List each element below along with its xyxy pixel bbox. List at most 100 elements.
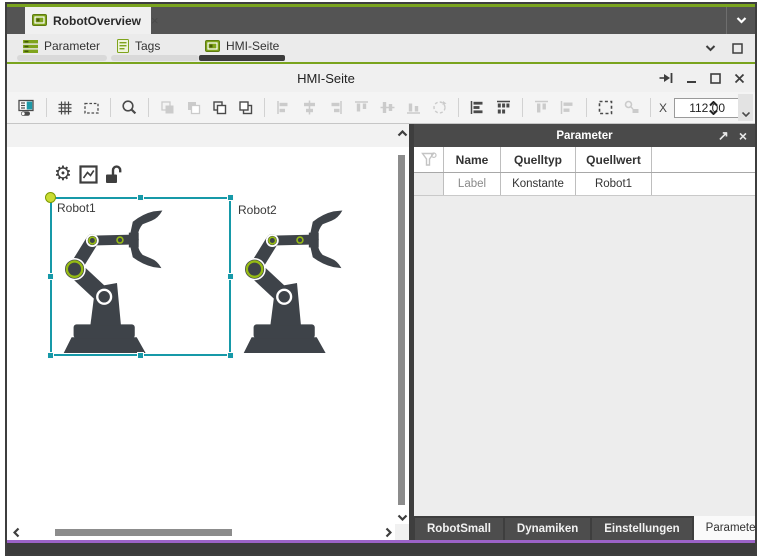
chevron-down-icon	[736, 17, 747, 24]
selection-box[interactable]: Robot1	[50, 197, 231, 356]
zoom-icon[interactable]	[119, 96, 139, 120]
app-window: RobotOverview × Parameter Tags HMI	[5, 2, 757, 556]
cell-quelltyp[interactable]: Konstante	[501, 173, 576, 195]
distribute-vertical-icon[interactable]	[493, 96, 513, 120]
tab-dynamiken[interactable]: Dynamiken	[505, 518, 590, 540]
tab-tags-label: Tags	[135, 39, 160, 53]
tab-parameter-panel[interactable]: Parameter	[694, 516, 757, 540]
close-icon[interactable]: ×	[151, 13, 159, 28]
close-icon[interactable]: ×	[739, 128, 747, 144]
toolbar-separator	[148, 98, 149, 117]
bring-forward-icon[interactable]	[157, 96, 177, 120]
cell-quellwert[interactable]: Robot1	[576, 173, 652, 195]
toolbar-separator	[46, 98, 47, 117]
align-center-horizontal-icon[interactable]	[299, 96, 319, 120]
toolbar-overflow-button[interactable]	[738, 94, 753, 121]
selection-handle-bottom-left[interactable]	[47, 352, 54, 359]
toolbar-separator	[458, 98, 459, 117]
tab-hmi-seite-label: HMI-Seite	[226, 39, 279, 53]
tab-list-dropdown-button[interactable]	[726, 7, 755, 34]
panel-title: Parameter	[556, 130, 612, 142]
send-to-back-icon[interactable]	[235, 96, 255, 120]
toolbar-separator	[586, 98, 587, 117]
float-panel-icon[interactable]: ↗	[718, 128, 729, 144]
toolbar-separator	[522, 98, 523, 117]
selection-handle-middle-left[interactable]	[47, 273, 54, 280]
bring-to-front-icon[interactable]	[209, 96, 229, 120]
align-right-icon[interactable]	[325, 96, 345, 120]
filter-button[interactable]	[414, 147, 444, 172]
tab-einstellungen[interactable]: Einstellungen	[592, 518, 691, 540]
x-position-label: X	[659, 101, 667, 115]
group-icon[interactable]	[621, 96, 641, 120]
same-height-icon[interactable]	[557, 96, 577, 120]
align-left-icon[interactable]	[273, 96, 293, 120]
column-header-empty	[652, 147, 755, 172]
document-tab-bar: RobotOverview ×	[7, 7, 755, 34]
maximize-icon[interactable]	[732, 43, 743, 54]
column-header-name: Name	[444, 147, 501, 172]
align-top-icon[interactable]	[351, 96, 371, 120]
toolbar-separator	[650, 98, 651, 117]
same-width-icon[interactable]	[531, 96, 551, 120]
chevron-down-icon[interactable]	[705, 45, 716, 52]
screen-icon	[205, 40, 220, 53]
tags-document-icon	[117, 39, 129, 53]
send-backward-icon[interactable]	[183, 96, 203, 120]
row-selector-cell[interactable]	[414, 173, 444, 195]
x-position-group: X	[659, 98, 744, 118]
parameter-list-icon	[23, 40, 38, 53]
scroll-up-icon[interactable]	[395, 126, 409, 140]
pin-icon[interactable]	[659, 72, 673, 84]
levels-toggle-icon[interactable]	[17, 96, 37, 120]
parameter-table: Name Quelltyp Quellwert Label Konstante …	[414, 147, 755, 196]
pane-header: HMI-Seite	[7, 64, 755, 92]
hmi-canvas[interactable]: ⚙ Robot1	[7, 124, 409, 540]
table-row: Label Konstante Robot1	[414, 173, 755, 196]
page-title: HMI-Seite	[7, 64, 645, 92]
selection-handle-bottom-right[interactable]	[227, 352, 234, 359]
scroll-left-icon[interactable]	[9, 525, 23, 539]
dynamics-icon[interactable]	[79, 165, 98, 184]
maximize-icon[interactable]	[710, 73, 721, 84]
selection-handle-top-middle[interactable]	[137, 194, 144, 201]
horizontal-scrollbar[interactable]	[7, 524, 395, 540]
selection-mode-icon[interactable]	[595, 96, 615, 120]
vertical-scroll-thumb[interactable]	[398, 155, 405, 505]
tab-robotsmall[interactable]: RobotSmall	[415, 518, 503, 540]
rotate-icon[interactable]	[429, 96, 449, 120]
rotation-pivot-handle[interactable]	[45, 192, 56, 203]
tab-tags-underline	[111, 55, 199, 61]
align-bottom-icon[interactable]	[403, 96, 423, 120]
tab-parameter-underline	[17, 55, 107, 61]
toolbar-separator	[110, 98, 111, 117]
robot2-graphic[interactable]	[237, 206, 357, 354]
align-middle-icon[interactable]	[377, 96, 397, 120]
horizontal-scroll-thumb[interactable]	[55, 529, 232, 536]
parameter-panel-header: Parameter ↗ ×	[414, 124, 755, 147]
spin-down-icon[interactable]	[709, 109, 718, 115]
close-icon[interactable]	[734, 73, 745, 84]
scroll-right-icon[interactable]	[381, 525, 395, 539]
selection-handle-middle-right[interactable]	[227, 273, 234, 280]
doc-tab-robotoverview[interactable]: RobotOverview ×	[25, 7, 151, 34]
selection-handle-top-right[interactable]	[227, 194, 234, 201]
column-header-quelltyp: Quelltyp	[501, 147, 576, 172]
unlock-icon[interactable]	[105, 165, 122, 184]
gear-icon[interactable]: ⚙	[54, 164, 72, 184]
canvas-top-strip	[7, 124, 409, 147]
distribute-horizontal-icon[interactable]	[467, 96, 487, 120]
grid-icon[interactable]	[55, 96, 75, 120]
table-header-row: Name Quelltyp Quellwert	[414, 147, 755, 173]
spin-up-icon[interactable]	[709, 101, 718, 107]
snap-area-icon[interactable]	[81, 96, 101, 120]
vertical-scrollbar[interactable]	[395, 124, 409, 524]
scrollbar-corner	[395, 524, 409, 540]
toolbar-separator	[264, 98, 265, 117]
scroll-down-icon[interactable]	[395, 510, 409, 524]
editor-nav-row: Parameter Tags HMI-Seite	[7, 34, 755, 62]
panel-tab-bar: RobotSmall Dynamiken Einstellungen Param…	[414, 516, 755, 540]
editor-toolbar: X	[7, 92, 755, 124]
selection-handle-bottom-middle[interactable]	[137, 352, 144, 359]
minimize-icon[interactable]	[686, 73, 697, 84]
